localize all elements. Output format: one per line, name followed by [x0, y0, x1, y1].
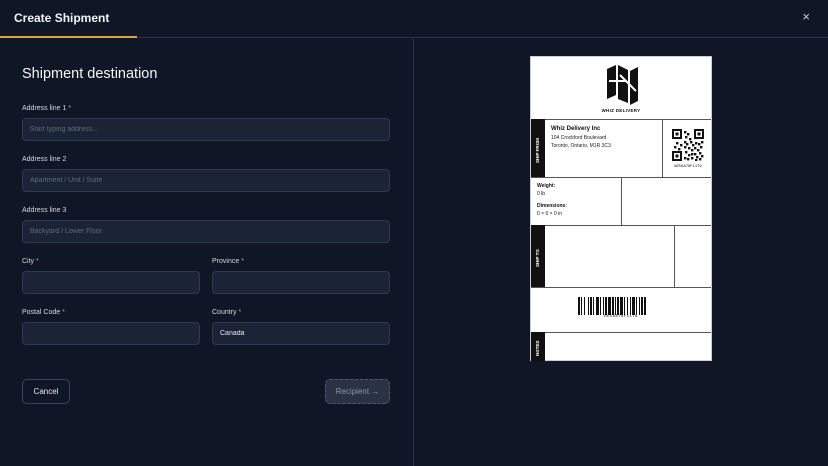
- dimensions-label: Dimensions:: [537, 203, 568, 209]
- country-label: Country *: [212, 309, 242, 316]
- whiz-logo-icon: [607, 65, 638, 105]
- brand-logo-area: WHIZ DELIVERY: [531, 57, 711, 119]
- weight-value: 0 lb: [537, 191, 546, 197]
- address1-label: Address line 1 *: [22, 105, 72, 112]
- city-label: City *: [22, 258, 39, 265]
- shipping-label-card: WHIZ DELIVERY SHIP FROM Whiz Delivery In…: [530, 56, 712, 361]
- ship-to-tag-bar: SHIP TO: [531, 225, 545, 287]
- close-icon[interactable]: ×: [802, 10, 810, 24]
- barcode-id: RE56A78F1179: [604, 315, 638, 319]
- address3-input[interactable]: [22, 220, 390, 243]
- postal-code-label: Postal Code *: [22, 309, 65, 316]
- brand-name: WHIZ DELIVERY: [601, 108, 641, 113]
- dimensions-value: 0 × 0 × 0 in: [537, 211, 563, 217]
- ship-to-divider: [674, 225, 675, 287]
- modal-title: Create Shipment: [14, 11, 110, 25]
- province-input[interactable]: [212, 271, 390, 294]
- qr-code-icon: [672, 129, 704, 161]
- postal-code-input[interactable]: [22, 322, 200, 345]
- notes-tag-bar: NOTES: [531, 332, 545, 361]
- weight-divider: [621, 177, 622, 225]
- qr-code-box: WZ56A78F1179: [662, 119, 713, 177]
- destination-form: Shipment destination Address line 1 * Ad…: [0, 38, 413, 466]
- qr-code-id: WZ56A78F1179: [674, 165, 702, 169]
- address3-label: Address line 3: [22, 207, 67, 214]
- modal-header: Create Shipment ×: [0, 0, 828, 38]
- ship-from-tag-bar: SHIP FROM: [531, 119, 545, 177]
- address2-input[interactable]: [22, 169, 390, 192]
- city-input[interactable]: [22, 271, 200, 294]
- address1-input[interactable]: [22, 118, 390, 141]
- address2-label: Address line 2: [22, 156, 67, 163]
- ship-from-line1: 104 Crockford Boulevard: [551, 135, 607, 141]
- province-label: Province *: [212, 258, 244, 265]
- country-input[interactable]: [212, 322, 390, 345]
- weight-label: Weight:: [537, 183, 556, 189]
- notes-section: [531, 332, 711, 362]
- cancel-button[interactable]: Cancel: [22, 379, 70, 404]
- recipient-next-button[interactable]: Recipient →: [325, 379, 390, 404]
- barcode-icon: [578, 297, 646, 315]
- ship-from-tag: SHIP FROM: [535, 138, 540, 163]
- ship-from-line2: Toronto, Ontario, M1R 3C3: [551, 143, 611, 149]
- notes-tag: NOTES: [535, 340, 540, 356]
- ship-to-tag: SHIP TO: [535, 249, 540, 267]
- ship-to-section: [531, 225, 711, 287]
- ship-from-name: Whiz Delivery Inc: [551, 126, 601, 132]
- label-preview-panel: WHIZ DELIVERY SHIP FROM Whiz Delivery In…: [414, 38, 828, 466]
- section-title: Shipment destination: [22, 66, 158, 82]
